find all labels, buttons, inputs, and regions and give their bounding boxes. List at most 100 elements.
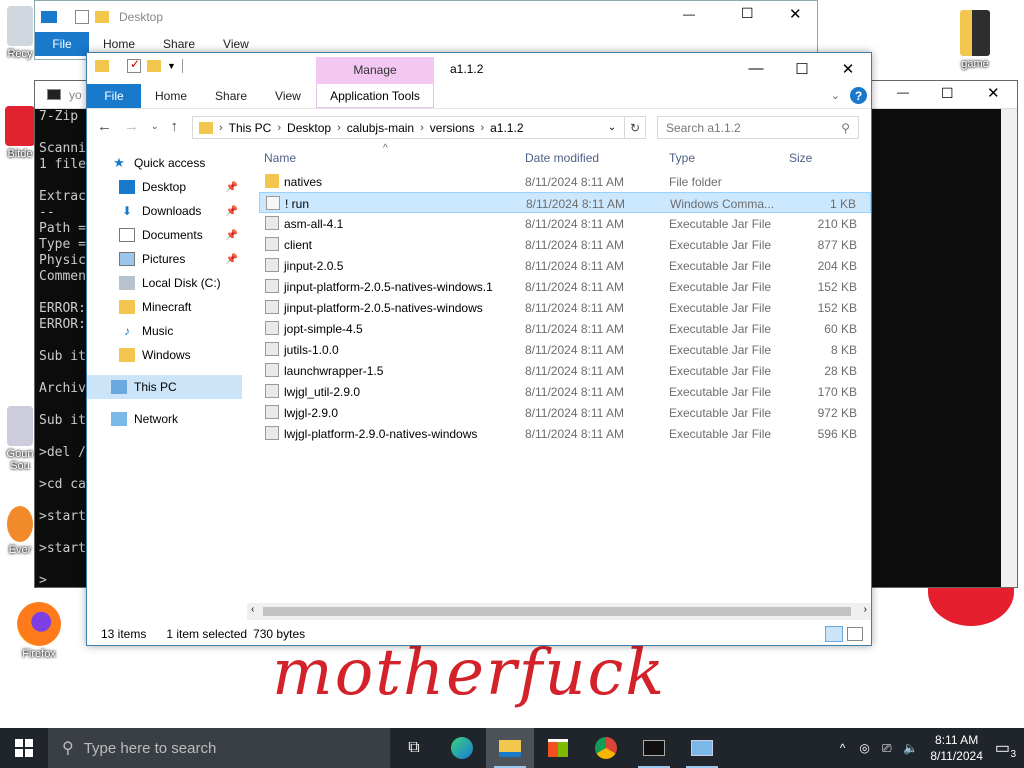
nav-item-minecraft[interactable]: Minecraft (87, 295, 242, 319)
file-row[interactable]: jinput-2.0.5 8/11/2024 8:11 AM Executable … (259, 255, 871, 276)
nav-item-documents[interactable]: Documents 📌 (87, 223, 242, 247)
close-button[interactable]: ✕ (825, 53, 871, 84)
cmd-icon[interactable] (630, 728, 678, 768)
file-row[interactable]: jinput-platform-2.0.5-natives-windows.1 8… (259, 276, 871, 297)
close-button[interactable]: ✕ (789, 5, 802, 23)
maximize-button[interactable]: ☐ (779, 53, 825, 84)
breadcrumb-item[interactable]: This PC (223, 121, 278, 135)
sort-arrow-icon: ^ (383, 143, 388, 154)
chevron-down-icon[interactable]: ▼ (167, 61, 176, 71)
horizontal-scrollbar[interactable]: ‹ › (247, 603, 871, 620)
back-button[interactable]: ← (97, 118, 112, 135)
clock[interactable]: 8:11 AM 8/11/2024 (930, 732, 983, 764)
back-explorer-window[interactable]: Desktop — ☐ ✕ File Home Share View (34, 0, 818, 60)
close-button[interactable]: ✕ (987, 84, 1000, 102)
nav-item-local-disk-c[interactable]: Local Disk (C:) (87, 271, 242, 295)
address-bar[interactable]: › This PC › Desktop › calubjs-main › ver… (192, 116, 646, 139)
meet-now-icon[interactable]: ◎ (859, 741, 869, 755)
scrollbar-thumb[interactable] (263, 607, 851, 616)
manage-tab[interactable]: Manage (316, 57, 434, 84)
desktop-icon-ever[interactable]: Ever (2, 506, 38, 556)
nav-item-this-pc[interactable]: This PC (87, 375, 242, 399)
taskbar-search[interactable]: ⚲ Type here to search (48, 728, 390, 768)
address-dropdown-button[interactable]: ⌄ (603, 117, 621, 138)
volume-icon[interactable]: 🔈 (903, 741, 918, 755)
desktop-icon-bitdefender[interactable]: Bitde (2, 106, 38, 160)
file-row[interactable]: lwjgl-platform-2.9.0-natives-windows 8/11… (259, 423, 871, 444)
breadcrumb-item[interactable]: versions (424, 121, 481, 135)
ribbon-file-tab[interactable]: File (35, 32, 89, 56)
nav-item-windows[interactable]: Windows (87, 343, 242, 367)
nav-item-music[interactable]: ♪ Music (87, 319, 242, 343)
file-row[interactable]: jinput-platform-2.0.5-natives-windows 8/1… (259, 297, 871, 318)
console-output[interactable]: 7-Zip Scanni 1 file Extrac -- Path = Typ… (39, 109, 86, 589)
file-date: 8/11/2024 8:11 AM (526, 197, 625, 211)
file-row[interactable]: jopt-simple-4.5 8/11/2024 8:11 AM Executab… (259, 318, 871, 339)
breadcrumb-item[interactable]: Desktop (281, 121, 337, 135)
ribbon-view-tab[interactable]: View (261, 84, 315, 108)
search-input[interactable]: Search a1.1.2 ⚲ (657, 116, 859, 139)
file-list[interactable]: Name ^ Date modified Type Size natives 8/… (259, 143, 871, 444)
minimize-button[interactable]: — (733, 53, 779, 84)
maximize-button[interactable]: ☐ (941, 85, 954, 102)
control-panel-icon[interactable] (678, 728, 726, 768)
column-header-type[interactable]: Type (669, 151, 695, 165)
recent-locations-button[interactable]: ⌄ (151, 121, 159, 135)
chevron-down-icon[interactable]: ⌄ (831, 89, 840, 102)
large-icons-view-icon[interactable] (847, 627, 863, 641)
folder-icon[interactable] (95, 11, 109, 23)
network-icon[interactable]: ⎚ (882, 741, 892, 756)
navigation-pane[interactable]: ★ Quick access Desktop 📌 ⬇ Downloads 📌 Document… (87, 145, 247, 605)
up-button[interactable]: ↑ (171, 118, 179, 135)
desktop-icon-firefox[interactable]: Firefox (14, 602, 64, 660)
forward-button[interactable]: → (124, 118, 139, 135)
minimize-button[interactable]: — (897, 85, 909, 99)
desktop-icon-recycle[interactable]: Recy (2, 6, 38, 60)
desktop-icon-game[interactable]: game (952, 10, 998, 70)
store-icon[interactable] (534, 728, 582, 768)
ribbon-home-tab[interactable]: Home (141, 84, 201, 108)
new-folder-icon[interactable] (147, 60, 161, 72)
file-row[interactable]: asm-all-4.1 8/11/2024 8:11 AM Executable J… (259, 213, 871, 234)
breadcrumb-item[interactable]: calubjs-main (341, 121, 420, 135)
refresh-button[interactable]: ↻ (624, 116, 646, 139)
ribbon-share-tab[interactable]: Share (201, 84, 261, 108)
properties-icon[interactable]: ✓ (127, 57, 141, 73)
file-row[interactable]: ! run 8/11/2024 8:11 AM Windows Comma... 1 … (259, 192, 871, 213)
explorer-window[interactable]: ✓ ▼ Manage a1.1.2 — ☐ ✕ File Home Share … (86, 52, 872, 646)
file-explorer-icon[interactable] (486, 728, 534, 768)
file-row[interactable]: lwjgl-2.9.0 8/11/2024 8:11 AM Executable J… (259, 402, 871, 423)
column-header-date[interactable]: Date modified (525, 151, 599, 165)
breadcrumb-item[interactable]: a1.1.2 (484, 121, 529, 135)
notification-center-icon[interactable]: ▭ 3 (995, 738, 1016, 760)
file-row[interactable]: jutils-1.0.0 8/11/2024 8:11 AM Executable … (259, 339, 871, 360)
ribbon-file-tab[interactable]: File (87, 84, 141, 108)
edge-icon[interactable] (438, 728, 486, 768)
start-button[interactable] (0, 728, 48, 768)
maximize-button[interactable]: ☐ (741, 5, 754, 22)
file-row[interactable]: lwjgl_util-2.9.0 8/11/2024 8:11 AM Executa… (259, 381, 871, 402)
file-row[interactable]: client 8/11/2024 8:11 AM Executable Jar Fi… (259, 234, 871, 255)
scroll-left-icon[interactable]: ‹ (251, 604, 254, 615)
scroll-right-icon[interactable]: › (864, 604, 867, 615)
file-row[interactable]: launchwrapper-1.5 8/11/2024 8:11 AM Execut… (259, 360, 871, 381)
nav-item-downloads[interactable]: ⬇ Downloads 📌 (87, 199, 242, 223)
properties-icon[interactable] (75, 10, 89, 24)
desktop-icon-goun[interactable]: Goun Sou (2, 406, 38, 472)
help-icon[interactable]: ? (850, 87, 867, 104)
task-view-icon[interactable]: ⧉ (390, 728, 438, 768)
nav-item-network[interactable]: Network (87, 407, 242, 431)
file-type: Executable Jar File (669, 280, 772, 294)
nav-item-pictures[interactable]: Pictures 📌 (87, 247, 242, 271)
chrome-icon[interactable] (582, 728, 630, 768)
application-tools-tab[interactable]: Application Tools (316, 84, 434, 108)
nav-item-quick-access[interactable]: ★ Quick access (87, 151, 242, 175)
file-row[interactable]: natives 8/11/2024 8:11 AM File folder (259, 171, 871, 192)
nav-item-desktop[interactable]: Desktop 📌 (87, 175, 242, 199)
details-view-icon[interactable] (825, 626, 843, 642)
column-header-size[interactable]: Size (789, 151, 812, 165)
chevron-up-icon[interactable]: ^ (840, 741, 846, 755)
column-header-name[interactable]: Name (264, 151, 296, 165)
minimize-button[interactable]: — (683, 7, 695, 21)
vertical-scrollbar[interactable] (1001, 109, 1017, 587)
